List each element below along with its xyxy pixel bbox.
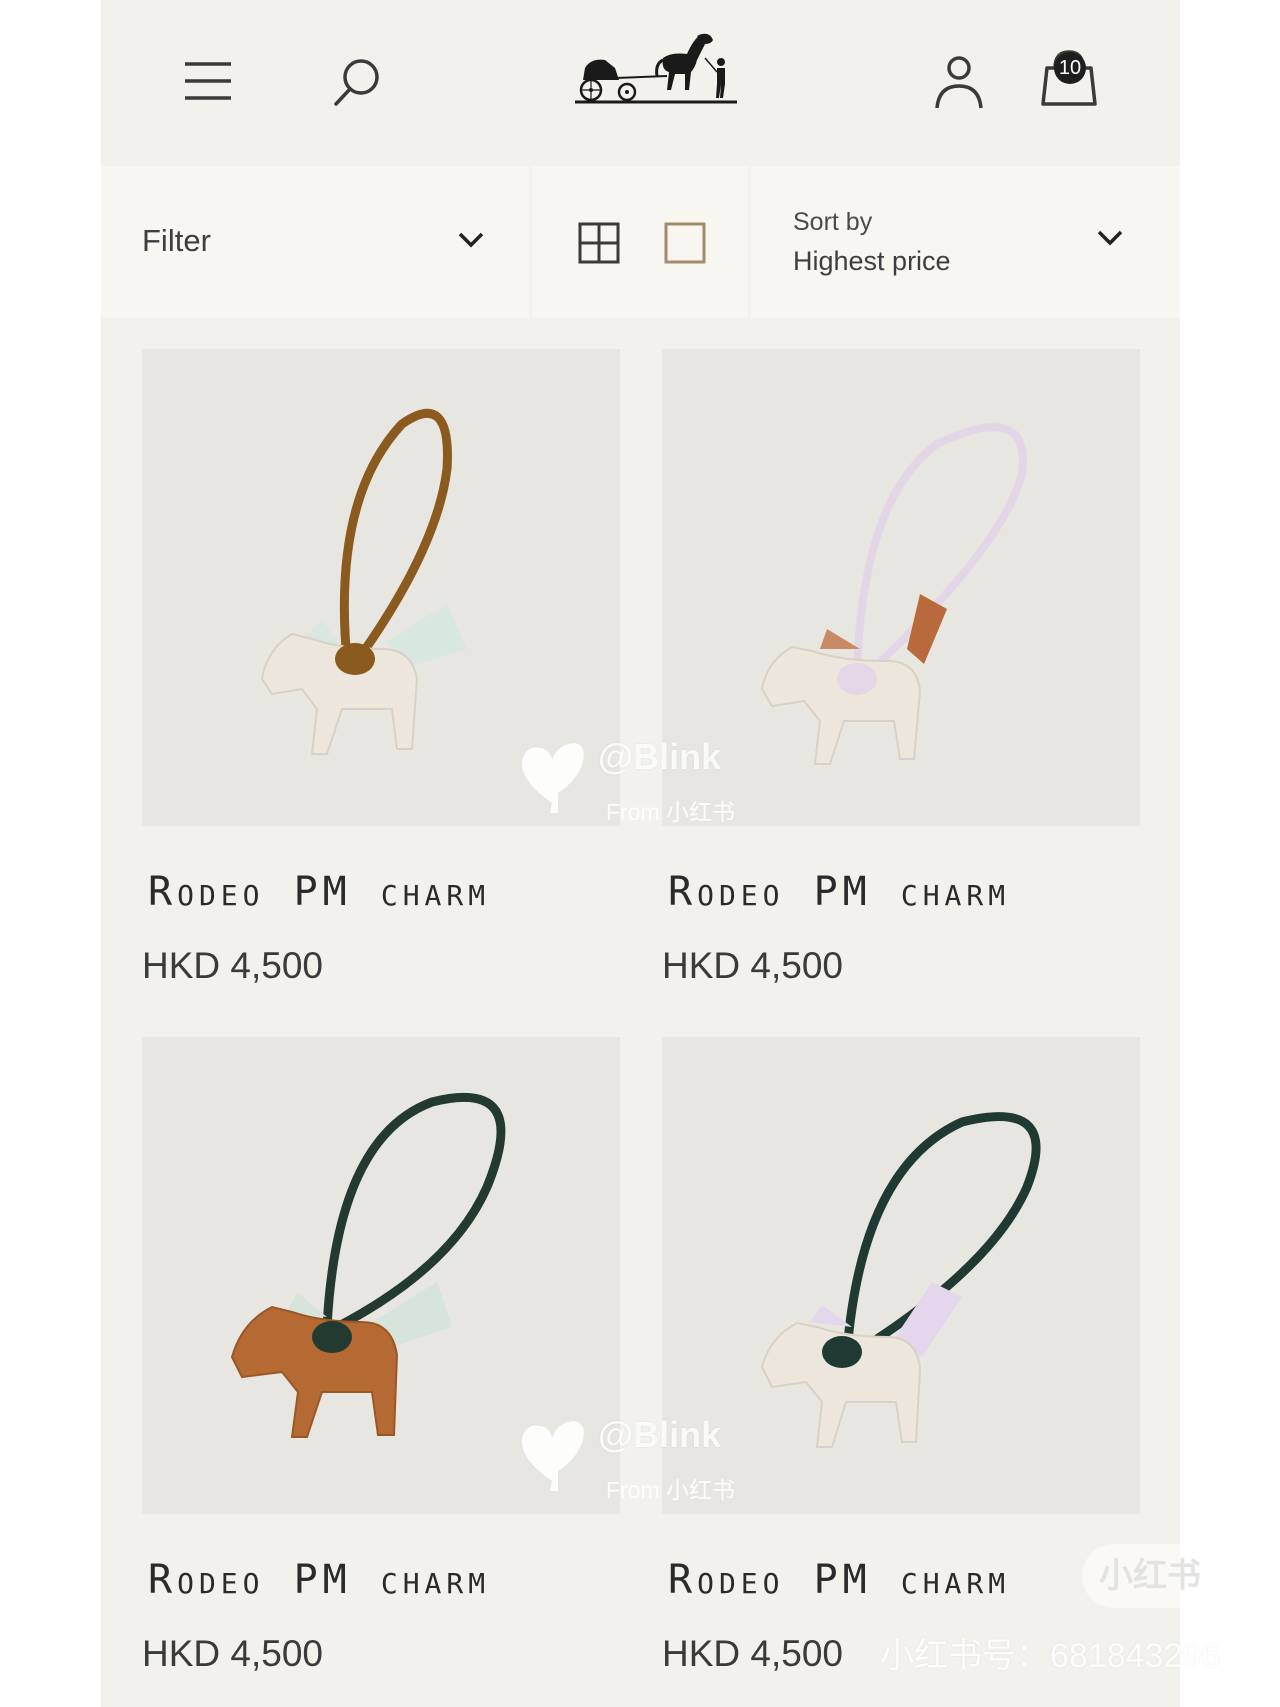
- account-icon[interactable]: [933, 54, 985, 110]
- listing-toolbar: Filter Sort by Highest price: [101, 166, 1180, 318]
- search-icon[interactable]: [331, 56, 383, 108]
- product-name[interactable]: Rodeo PM charm: [148, 1557, 490, 1603]
- chevron-down-icon: [458, 232, 484, 248]
- watermark-heart-icon: [521, 743, 584, 813]
- product-name[interactable]: Rodeo PM charm: [668, 1557, 1010, 1603]
- sort-value: Highest price: [793, 246, 951, 276]
- product-image[interactable]: [662, 1037, 1140, 1514]
- view-toggle: [532, 166, 748, 318]
- product-name[interactable]: Rodeo PM charm: [148, 869, 490, 915]
- product-name[interactable]: Rodeo PM charm: [668, 869, 1010, 915]
- product-price: HKD 4,500: [142, 1633, 323, 1674]
- sort-caption: Sort by: [793, 208, 873, 236]
- watermark-handle: @Blink: [598, 1414, 722, 1455]
- watermark-source: From 小红书: [606, 799, 736, 825]
- watermark-badge: 小红书: [1082, 1544, 1218, 1608]
- site-header: 10: [101, 0, 1180, 165]
- product-price: HKD 4,500: [662, 945, 843, 986]
- sort-dropdown[interactable]: Sort by Highest price: [751, 166, 1180, 318]
- product-price: HKD 4,500: [662, 1633, 843, 1674]
- watermark-handle: @Blink: [598, 736, 722, 777]
- filter-dropdown[interactable]: Filter: [101, 166, 529, 318]
- grid-view-icon[interactable]: [577, 221, 621, 265]
- watermark-source: From 小红书: [606, 1477, 736, 1503]
- filter-label: Filter: [142, 223, 211, 258]
- single-view-icon[interactable]: [663, 221, 707, 265]
- rodeo-charm-image: [760, 1112, 1041, 1448]
- cart-count-badge[interactable]: 10: [1054, 52, 1086, 84]
- chevron-down-icon: [1097, 230, 1123, 246]
- rodeo-charm-image: [760, 423, 1027, 765]
- product-image[interactable]: [662, 349, 1140, 826]
- menu-icon[interactable]: [183, 58, 233, 104]
- product-price: HKD 4,500: [142, 945, 323, 986]
- brand-logo[interactable]: [571, 28, 741, 108]
- watermark-account-id: 小红书号：681843296: [880, 1637, 1221, 1675]
- watermark-heart-icon: [521, 1421, 584, 1491]
